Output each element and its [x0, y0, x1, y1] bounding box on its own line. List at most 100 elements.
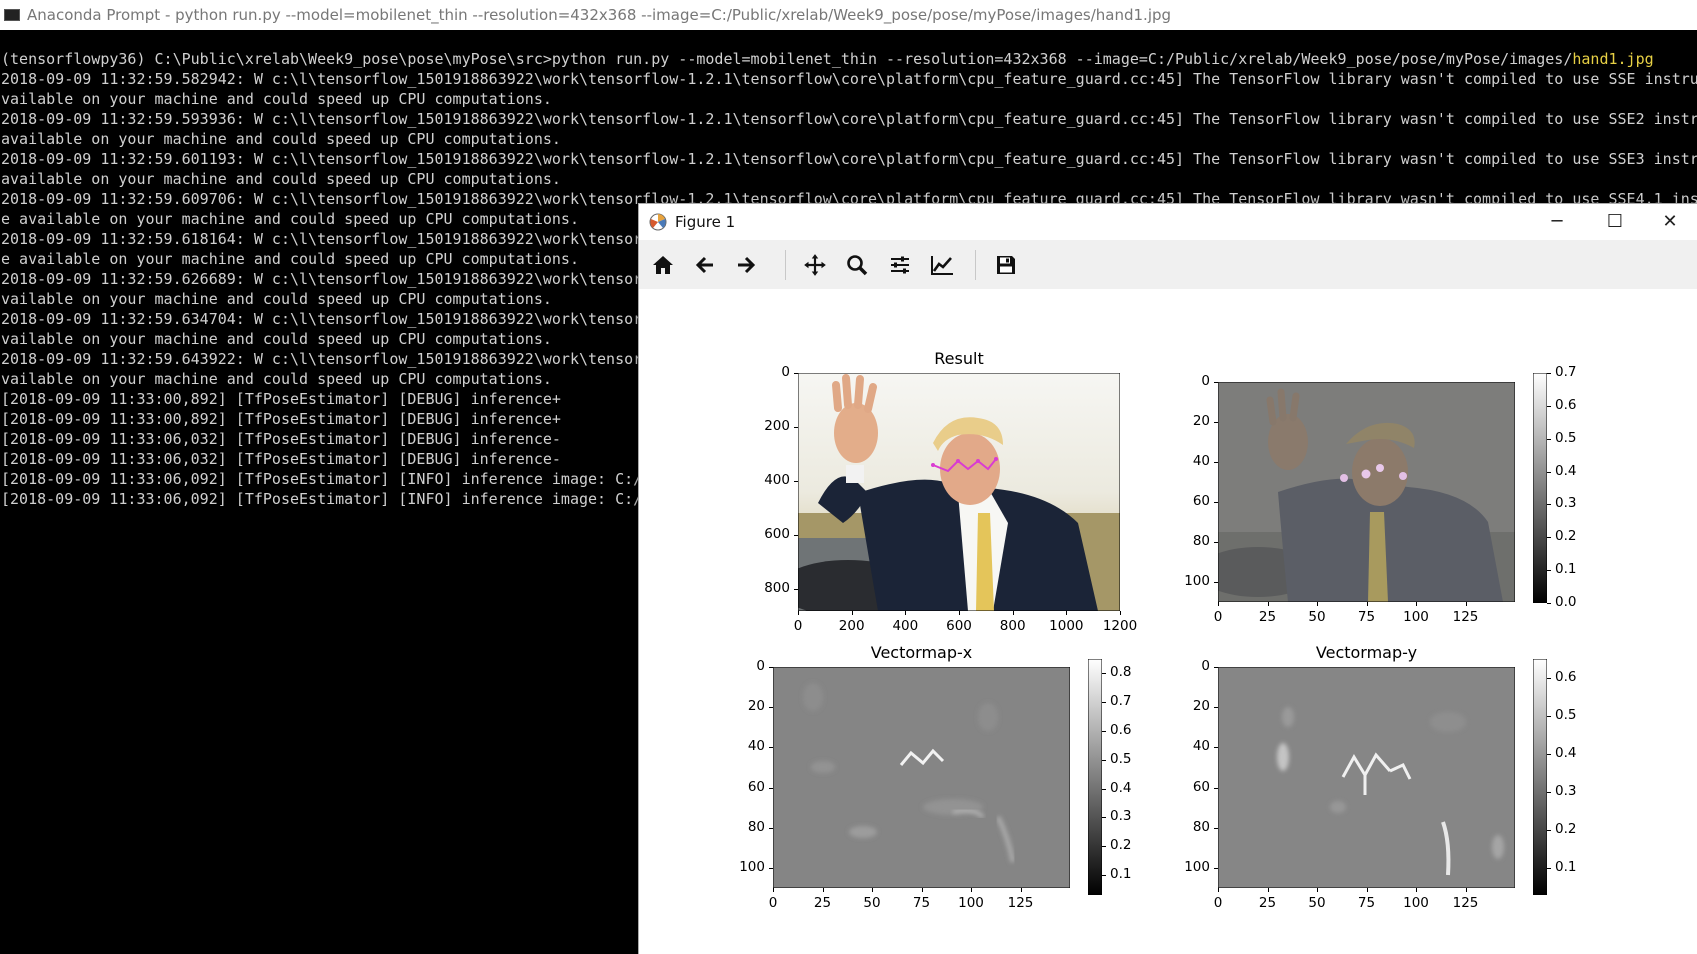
console-line-text: 2018-09-09 11:32:59.593936: W c:\l\tenso… [1, 110, 1697, 128]
colorbar-tick-mark [1547, 868, 1551, 870]
colorbar-tick-label: 0.7 [1110, 693, 1132, 710]
y-tick-mark [794, 535, 798, 537]
subplots-config-button[interactable] [883, 248, 917, 282]
x-tick-label: 25 [1258, 609, 1277, 625]
console-line-text: vailable on your machine and could speed… [1, 330, 552, 348]
x-tick-label: 1000 [1049, 618, 1084, 634]
colorbar-tick-label: 0.4 [1555, 745, 1577, 762]
minimize-button[interactable]: ─ [1529, 204, 1585, 240]
colorbar-tick-label: 0.1 [1555, 859, 1577, 876]
x-tick-mark [1366, 888, 1368, 892]
console-line-text: e available on your machine and could sp… [1, 250, 579, 268]
y-tick-label: 600 [764, 526, 790, 543]
console-window-title: Anaconda Prompt - python run.py --model=… [27, 6, 1172, 24]
back-button[interactable] [688, 248, 722, 282]
colorbar-tick-mark [1547, 678, 1551, 680]
forward-button[interactable] [729, 248, 763, 282]
y-tick-mark [1214, 502, 1218, 503]
x-tick-mark [1020, 888, 1022, 892]
edit-axis-icon [931, 256, 953, 275]
console-line-text: 2018-09-09 11:32:59.601193: W c:\l\tenso… [1, 150, 1697, 168]
y-tick-mark [1214, 827, 1218, 829]
y-tick-label: 0 [756, 658, 765, 674]
colorbar-tick-label: 0.2 [1555, 821, 1577, 838]
result-image-axes[interactable] [798, 373, 1120, 611]
y-tick-label: 80 [747, 818, 765, 835]
maximize-button[interactable]: ☐ [1587, 204, 1643, 240]
zoom-button[interactable] [840, 248, 874, 282]
figure-window[interactable]: Figure 1 ─ ☐ ✕ Result 0 200 400 600 800 … [638, 203, 1697, 954]
home-button[interactable] [646, 248, 680, 282]
colorbar-tick-mark [1547, 603, 1551, 604]
x-tick-label: 0 [793, 618, 803, 634]
x-tick-label: 50 [1308, 609, 1326, 625]
vectormap-x-axes[interactable] [773, 667, 1070, 888]
console-line-text: [2018-09-09 11:33:00,892] [TfPoseEstimat… [1, 390, 561, 408]
y-tick-mark [794, 373, 798, 374]
colorbar-tick-mark [1547, 716, 1551, 718]
x-tick-mark [1366, 602, 1368, 606]
x-tick-mark [1066, 611, 1068, 615]
y-tick-label: 60 [1192, 493, 1210, 509]
console-line-text: available on your machine and could spee… [1, 170, 561, 188]
colorbar-tick-mark [1102, 759, 1106, 761]
vectormap-y-colorbar [1533, 659, 1547, 895]
x-tick-label: 0 [768, 895, 778, 911]
pan-button[interactable] [798, 248, 832, 282]
colorbar-tick-label: 0.2 [1555, 528, 1577, 545]
figure-titlebar[interactable]: Figure 1 ─ ☐ ✕ [639, 204, 1697, 240]
colorbar-tick-label: 0.3 [1555, 495, 1577, 512]
y-tick-label: 0 [1201, 658, 1210, 674]
console-line-text: e available on your machine and could sp… [1, 210, 579, 228]
colorbar-tick-mark [1102, 846, 1106, 848]
console-line-text: 2018-09-09 11:32:59.626689: W c:\l\tenso… [1, 270, 643, 288]
x-tick-label: 0 [1213, 895, 1223, 911]
colorbar-tick-mark [1547, 405, 1551, 407]
x-tick-mark [921, 888, 923, 892]
console-line-text: vailable on your machine and could speed… [1, 90, 552, 108]
colorbar-tick-mark [1102, 673, 1106, 675]
console-line-text: [2018-09-09 11:33:06,092] [TfPoseEstimat… [1, 490, 643, 508]
console-line-text: (tensorflowpy36) C:\Public\xrelab\Week9_… [1, 50, 1573, 68]
colorbar-tick-label: 0.5 [1555, 707, 1577, 724]
y-tick-label: 60 [1192, 778, 1210, 795]
colorbar-tick-label: 0.3 [1555, 783, 1577, 800]
back-arrow-icon [695, 256, 713, 274]
console-line-text: 2018-09-09 11:32:59.582942: W c:\l\tenso… [1, 70, 1697, 88]
console-titlebar: Anaconda Prompt - python run.py --model=… [0, 0, 1697, 31]
y-tick-mark [1214, 667, 1218, 668]
colorbar-tick-mark [1547, 570, 1551, 572]
y-tick-mark [1214, 747, 1218, 749]
x-tick-mark [872, 888, 873, 892]
figure-window-title: Figure 1 [675, 213, 736, 231]
y-tick-mark [769, 787, 773, 789]
y-tick-mark [769, 667, 773, 668]
x-tick-label: 1200 [1102, 618, 1138, 634]
x-tick-mark [773, 888, 774, 892]
edit-axis-button[interactable] [925, 248, 959, 282]
y-tick-mark [769, 827, 773, 829]
console-line-text: available on your machine and could spee… [1, 130, 561, 148]
y-tick-label: 100 [739, 858, 765, 875]
console-image-filename: hand1.jpg [1572, 50, 1654, 68]
x-tick-mark [1218, 602, 1219, 606]
console-line-text: [2018-09-09 11:33:06,032] [TfPoseEstimat… [1, 430, 561, 448]
result-title: Result [934, 349, 984, 368]
colorbar-tick-mark [1547, 504, 1551, 506]
y-tick-label: 20 [747, 698, 765, 715]
y-tick-label: 200 [764, 418, 790, 435]
vectormap-y-title: Vectormap-y [1315, 643, 1418, 662]
x-tick-label: 600 [946, 618, 972, 634]
save-button[interactable] [989, 248, 1023, 282]
x-tick-label: 25 [813, 895, 832, 911]
console-line-text: [2018-09-09 11:33:06,092] [TfPoseEstimat… [1, 470, 643, 488]
figure-canvas[interactable]: Result 0 200 400 600 800 1000 1200 0 200… [639, 289, 1697, 954]
y-tick-label: 20 [1192, 413, 1210, 429]
heatmap-axes[interactable] [1218, 382, 1515, 602]
x-tick-label: 800 [999, 618, 1026, 634]
vectormap-y-axes[interactable] [1218, 667, 1515, 888]
close-button[interactable]: ✕ [1642, 204, 1697, 240]
console-line-text: [2018-09-09 11:33:00,892] [TfPoseEstimat… [1, 410, 561, 428]
x-tick-label: 75 [1357, 895, 1376, 911]
x-tick-mark [1465, 888, 1467, 892]
